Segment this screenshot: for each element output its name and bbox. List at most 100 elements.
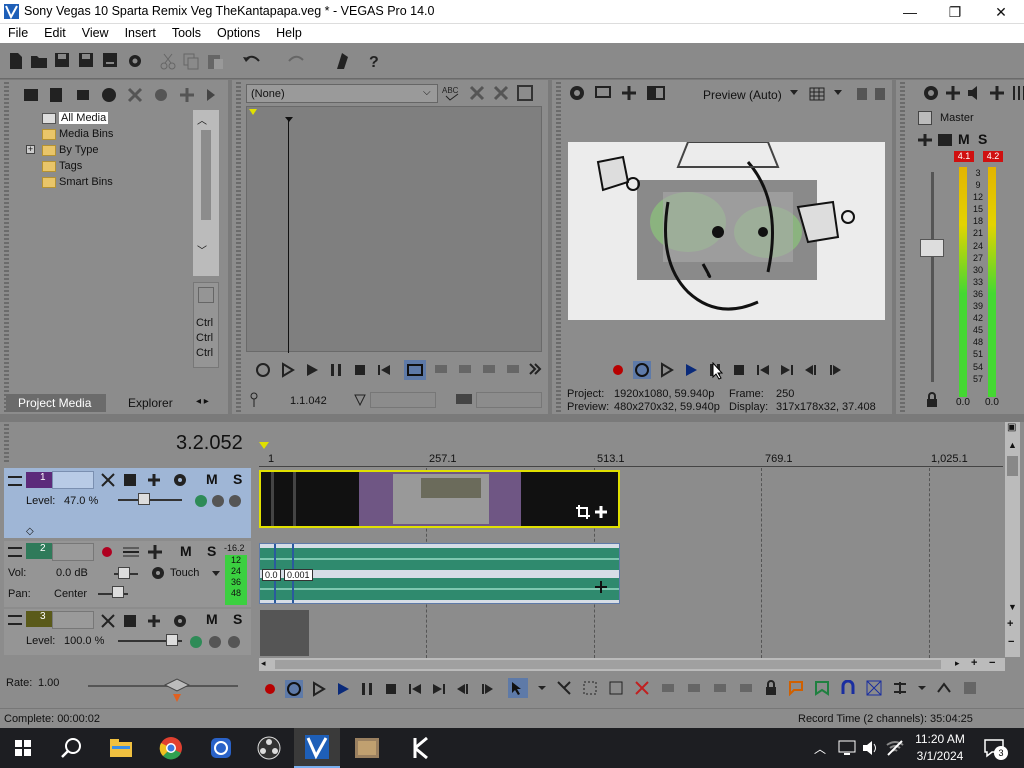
timeline-hscroll[interactable]: ◂ ▸ + − [259, 657, 1005, 671]
master-mute-button[interactable]: M [958, 131, 970, 147]
record-icon[interactable] [611, 362, 625, 378]
tree-scrollbar[interactable]: ︿ ﹀ [193, 110, 219, 276]
panel-gripper[interactable] [900, 82, 905, 412]
arm-record-icon[interactable] [100, 545, 114, 559]
start-button-icon[interactable] [0, 728, 46, 768]
spellcheck-icon[interactable]: ABC [442, 84, 462, 102]
tab-scroll-arrows[interactable]: ◂ ▸ [196, 396, 209, 407]
track-name-field[interactable] [52, 471, 94, 489]
collapse-track-icon[interactable] [8, 615, 22, 625]
tree-item-media-bins[interactable]: Media Bins [42, 126, 113, 142]
scroll-thumb[interactable] [1007, 456, 1018, 476]
scroll-down-icon[interactable]: ﹀ [197, 242, 207, 257]
go-to-end-icon[interactable] [431, 681, 447, 697]
menu-help[interactable]: Help [268, 24, 310, 43]
play-icon[interactable] [335, 681, 351, 697]
media-app-icon[interactable] [344, 728, 390, 768]
track-1-mute-button[interactable]: M [206, 471, 218, 487]
master-gear-icon[interactable] [922, 84, 940, 102]
redo-icon[interactable] [286, 53, 306, 67]
audio-clip[interactable]: 0.0 0.001 [259, 543, 620, 604]
media-fx-icon[interactable] [178, 86, 196, 104]
track-2-header[interactable]: 2 M S -16.2 12 24 36 48 Vol: 0.0 dB Touch P… [4, 541, 251, 607]
previous-frame-icon[interactable] [455, 681, 471, 697]
go-to-start-icon[interactable] [376, 362, 392, 378]
network-icon[interactable] [838, 740, 856, 756]
show-hidden-icons-chevron-up-icon[interactable]: ︿ [814, 740, 826, 757]
master-fx-icon[interactable] [944, 84, 962, 102]
pause-icon[interactable] [359, 681, 375, 697]
whats-this-help-icon[interactable]: ? [366, 51, 384, 71]
timeline-vscroll[interactable]: ▣ ▲ ▼ + − [1005, 422, 1020, 657]
copy-snapshot-icon[interactable] [856, 86, 870, 102]
peak-right[interactable]: 4.2 [983, 151, 1003, 162]
remove-x-icon[interactable] [492, 84, 510, 102]
record-icon[interactable] [263, 681, 277, 697]
track-3-clip[interactable] [260, 610, 309, 656]
wifi-off-icon[interactable] [886, 740, 904, 756]
ctrl-icon[interactable] [198, 287, 214, 303]
insert-icon[interactable] [432, 360, 450, 380]
touch-automation-gear-icon[interactable] [150, 565, 166, 581]
slider-thumb[interactable] [118, 567, 130, 579]
trimmer-media-dropdown[interactable]: (None) ⌵ [246, 84, 438, 103]
selection-tool-icon[interactable] [582, 680, 598, 696]
lock-envelopes-icon[interactable] [936, 680, 952, 696]
trim-icon[interactable] [660, 680, 676, 696]
track-1-header[interactable]: 1 M S Level: 47.0 % ◇ [4, 468, 251, 538]
menu-insert[interactable]: Insert [117, 24, 164, 43]
track-3-solo-button[interactable]: S [233, 611, 242, 627]
master-fader-track[interactable] [931, 172, 934, 382]
scroll-up-icon[interactable]: ▲ [1008, 440, 1017, 450]
chevron-down-icon[interactable] [212, 571, 220, 576]
play-from-start-icon[interactable] [311, 681, 327, 697]
cut-icon[interactable] [160, 52, 176, 70]
pin-icon[interactable] [248, 392, 260, 408]
trimmer-selection-field[interactable] [370, 392, 436, 408]
lock-icon[interactable] [925, 392, 939, 408]
paste-icon[interactable] [206, 52, 224, 70]
maximize-button[interactable]: ❐ [932, 0, 978, 24]
vegas-pro-taskbar-icon[interactable] [294, 728, 340, 768]
menu-edit[interactable]: Edit [36, 24, 74, 43]
panel-gripper[interactable] [236, 82, 241, 412]
auto-crossfade-icon[interactable] [866, 680, 882, 696]
track-name-field[interactable] [52, 543, 94, 561]
more-arrows-icon[interactable] [528, 360, 542, 380]
peak-left[interactable]: 4.1 [954, 151, 974, 162]
split-icon[interactable] [738, 680, 754, 696]
taskbar-date[interactable]: 3/1/2024 [912, 749, 968, 763]
event-fx-icon[interactable] [593, 504, 609, 520]
fit-icon[interactable] [504, 360, 522, 380]
expand-by-type-icon[interactable]: + [26, 145, 35, 154]
previous-frame-icon[interactable] [803, 362, 819, 378]
tree-item-by-type[interactable]: By Type [42, 142, 99, 158]
track-2-mute-button[interactable]: M [180, 543, 192, 559]
input-bus-icon[interactable] [146, 543, 166, 561]
scroll-up-icon[interactable]: ︿ [197, 112, 207, 127]
collapse-track-icon[interactable] [8, 476, 22, 486]
go-to-start-icon[interactable] [407, 681, 423, 697]
track-1-level-slider[interactable] [118, 499, 182, 501]
loop-playback-icon[interactable] [633, 361, 651, 379]
collapse-track-icon[interactable] [8, 547, 22, 557]
trimmer-duration-field[interactable] [476, 392, 542, 408]
play-icon[interactable] [683, 362, 699, 378]
automation-mode[interactable]: Touch [170, 567, 199, 579]
play-from-start-icon[interactable] [659, 362, 675, 378]
master-fader-handle[interactable] [920, 239, 944, 257]
tree-item-smart-bins[interactable]: Smart Bins [42, 174, 113, 190]
track-name-field[interactable] [52, 611, 94, 629]
save-as-icon[interactable] [78, 52, 94, 68]
render-icon[interactable] [102, 52, 118, 68]
composite-parent-icon[interactable] [188, 633, 242, 651]
next-frame-icon[interactable] [479, 681, 495, 697]
stop-icon[interactable] [731, 362, 747, 378]
import-media-icon[interactable] [22, 86, 40, 104]
track-settings-gear-icon[interactable] [172, 613, 190, 629]
preview-quality-dropdown[interactable]: Preview (Auto) [703, 88, 782, 102]
zoom-out-vertical-icon[interactable]: − [1008, 636, 1014, 648]
insert-marker-icon[interactable] [788, 680, 804, 696]
scroll-left-icon[interactable]: ◂ [261, 658, 266, 669]
track-3-header[interactable]: 3 M S Level: 100.0 % [4, 609, 251, 655]
